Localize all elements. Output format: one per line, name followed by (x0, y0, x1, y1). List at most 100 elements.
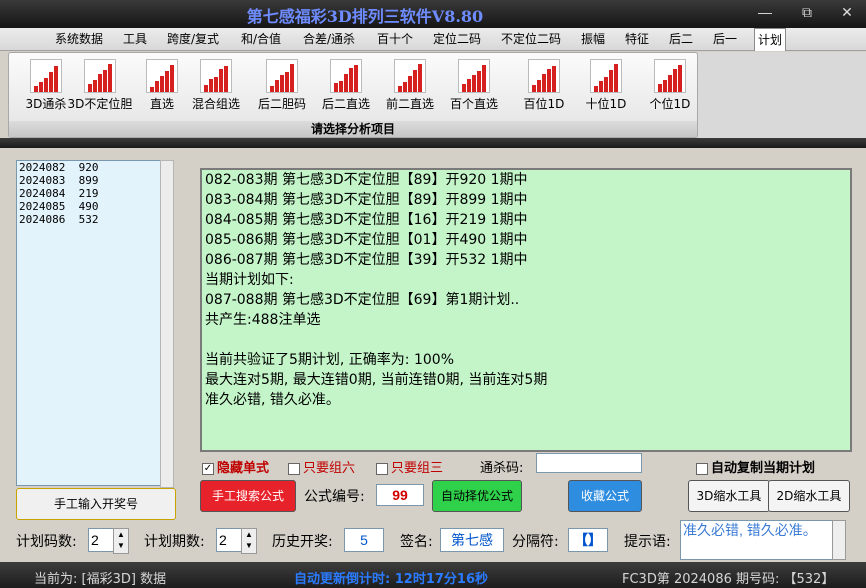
shrink-2d-button[interactable]: 2D缩水工具 (768, 480, 850, 512)
tool-9[interactable]: 十位1D (575, 59, 637, 113)
kill-code-input[interactable] (536, 453, 642, 473)
separator-strip (0, 138, 866, 148)
menu-last-one[interactable]: 后一 (710, 30, 740, 48)
history-row[interactable]: 2024084 219 (17, 187, 160, 200)
menu-diff[interactable]: 合差/通杀 (300, 30, 358, 48)
history-period: 2024084 (19, 187, 66, 200)
chart-icon (200, 59, 232, 93)
signature-input[interactable]: 第七感 (440, 528, 504, 552)
menu-bsg[interactable]: 百十个 (374, 30, 416, 48)
plan-line: 最大连对5期, 最大连错0期, 当前连错0期, 当前连对5期 (205, 372, 548, 388)
plan-periods-label: 计划期数: (144, 534, 205, 550)
history-number: 920 (78, 161, 99, 174)
signature-label: 签名: (400, 534, 433, 550)
manual-input-button[interactable]: 手工输入开奖号 (16, 488, 176, 520)
plan-codes-spinner[interactable]: ▲ ▼ (113, 528, 129, 554)
plan-periods-input[interactable]: 2 (216, 528, 244, 552)
plan-line: 084-085期 第七感3D不定位胆【16】开219 1期中 (205, 212, 528, 228)
plan-text-area[interactable]: 082-083期 第七感3D不定位胆【89】开920 1期中 083-084期 第… (200, 168, 852, 452)
maximize-icon[interactable]: ⧉ (794, 2, 820, 22)
tool-4[interactable]: 后二胆码 (251, 59, 313, 113)
plan-line (202, 330, 850, 350)
analysis-ribbon: 3D通杀 3D不定位胆 直选 混合组选 后二胆码 后二直选 前二直选 百个直选 百位1D 十位1D… (8, 52, 698, 138)
history-number: 899 (78, 174, 99, 187)
chart-icon (654, 59, 686, 93)
menu-span[interactable]: 跨度/复式 (164, 30, 222, 48)
only-group6-option[interactable]: 只要组六 (288, 457, 355, 476)
formula-no-label: 公式编号: (304, 489, 365, 505)
history-period: 2024083 (19, 174, 66, 187)
history-period: 2024085 (19, 200, 66, 213)
history-row[interactable]: 2024082 920 (17, 161, 160, 174)
auto-copy-option[interactable]: 自动复制当期计划 (696, 457, 815, 476)
separator-input[interactable]: 【】 (568, 528, 608, 552)
plan-line: 083-084期 第七感3D不定位胆【89】开899 1期中 (205, 192, 528, 208)
chart-icon (266, 59, 298, 93)
history-count-input[interactable]: 5 (344, 528, 384, 552)
kill-code-label: 通杀码: (480, 461, 524, 476)
plan-line: 共产生:488注单选 (205, 312, 321, 328)
manual-search-button[interactable]: 手工搜索公式 (200, 480, 296, 512)
menu-plan[interactable]: 计划 (754, 28, 787, 51)
menu-tools[interactable]: 工具 (120, 30, 150, 48)
close-icon[interactable]: ✕ (834, 2, 860, 22)
plan-line: 准久必错, 错久必准。 (205, 392, 340, 408)
status-bar: 当前为: [福彩3D] 数据 自动更新倒计时: 12时17分16秒 FC3D第 … (0, 562, 866, 588)
menu-unfixed-two[interactable]: 不定位二码 (498, 30, 564, 48)
shrink-3d-button[interactable]: 3D缩水工具 (688, 480, 770, 512)
plan-line: 当期计划如下: (205, 272, 294, 288)
history-row[interactable]: 2024083 899 (17, 174, 160, 187)
tool-10[interactable]: 个位1D (639, 59, 701, 113)
tool-6[interactable]: 前二直选 (379, 59, 441, 113)
favorite-button[interactable]: 收藏公式 (568, 480, 642, 512)
tool-7[interactable]: 百个直选 (443, 59, 505, 113)
status-current: 当前为: [福彩3D] 数据 (34, 572, 167, 587)
chart-icon (590, 59, 622, 93)
separator-label: 分隔符: (512, 534, 559, 550)
menu-fixed-two[interactable]: 定位二码 (430, 30, 484, 48)
history-period: 2024082 (19, 161, 66, 174)
menu-amplitude[interactable]: 振幅 (578, 30, 608, 48)
minimize-icon[interactable]: — (752, 2, 778, 22)
tool-3[interactable]: 混合组选 (185, 59, 247, 113)
plan-line: 087-088期 第七感3D不定位胆【69】第1期计划.. (205, 292, 520, 308)
history-number: 490 (78, 200, 99, 213)
plan-line: 085-086期 第七感3D不定位胆【01】开490 1期中 (205, 232, 528, 248)
menu-system-data[interactable]: 系统数据 (52, 30, 106, 48)
formula-no-input[interactable]: 99 (376, 484, 424, 506)
auto-select-button[interactable]: 自动择优公式 (432, 480, 522, 512)
title-bar: 第七感福彩3D排列三软件V8.80 — ⧉ ✕ (0, 0, 866, 28)
status-countdown: 自动更新倒计时: 12时17分16秒 (294, 572, 488, 587)
chart-icon (528, 59, 560, 93)
hide-single-checkbox[interactable]: ✓ (202, 462, 214, 475)
hide-single-option[interactable]: ✓ 隐藏单式 (202, 457, 269, 476)
tool-5[interactable]: 后二直选 (315, 59, 377, 113)
window-title: 第七感福彩3D排列三软件V8.80 (246, 7, 484, 26)
history-row[interactable]: 2024085 490 (17, 200, 160, 213)
hint-scrollbar[interactable] (832, 520, 846, 560)
menu-last-two[interactable]: 后二 (666, 30, 696, 48)
history-count-label: 历史开奖: (272, 534, 333, 550)
hint-textarea[interactable]: 准久必错, 错久必准。 (680, 520, 834, 560)
hint-label: 提示语: (624, 534, 671, 550)
plan-periods-spinner[interactable]: ▲ ▼ (241, 528, 257, 554)
menu-sum[interactable]: 和/合值 (238, 30, 284, 48)
ribbon-footer: 请选择分析项目 (9, 121, 697, 137)
history-number: 532 (78, 213, 99, 226)
chart-icon (30, 59, 62, 93)
chart-icon (458, 59, 490, 93)
auto-copy-checkbox[interactable] (696, 462, 708, 475)
ribbon-empty-area (698, 52, 866, 138)
menu-feature[interactable]: 特征 (622, 30, 652, 48)
chart-icon (84, 59, 116, 93)
plan-codes-input[interactable]: 2 (88, 528, 116, 552)
only-group6-checkbox[interactable] (288, 462, 300, 475)
only-group3-option[interactable]: 只要组三 (376, 457, 443, 476)
plan-line: 082-083期 第七感3D不定位胆【89】开920 1期中 (205, 172, 528, 188)
plan-line: 当前共验证了5期计划, 正确率为: 100% (205, 352, 454, 368)
history-list[interactable]: 2024082 920 2024083 899 2024084 219 2024085… (16, 160, 161, 486)
history-row[interactable]: 2024086 532 (17, 213, 160, 226)
history-number: 219 (78, 187, 99, 200)
history-scrollbar[interactable] (160, 160, 174, 488)
only-group3-checkbox[interactable] (376, 462, 388, 475)
